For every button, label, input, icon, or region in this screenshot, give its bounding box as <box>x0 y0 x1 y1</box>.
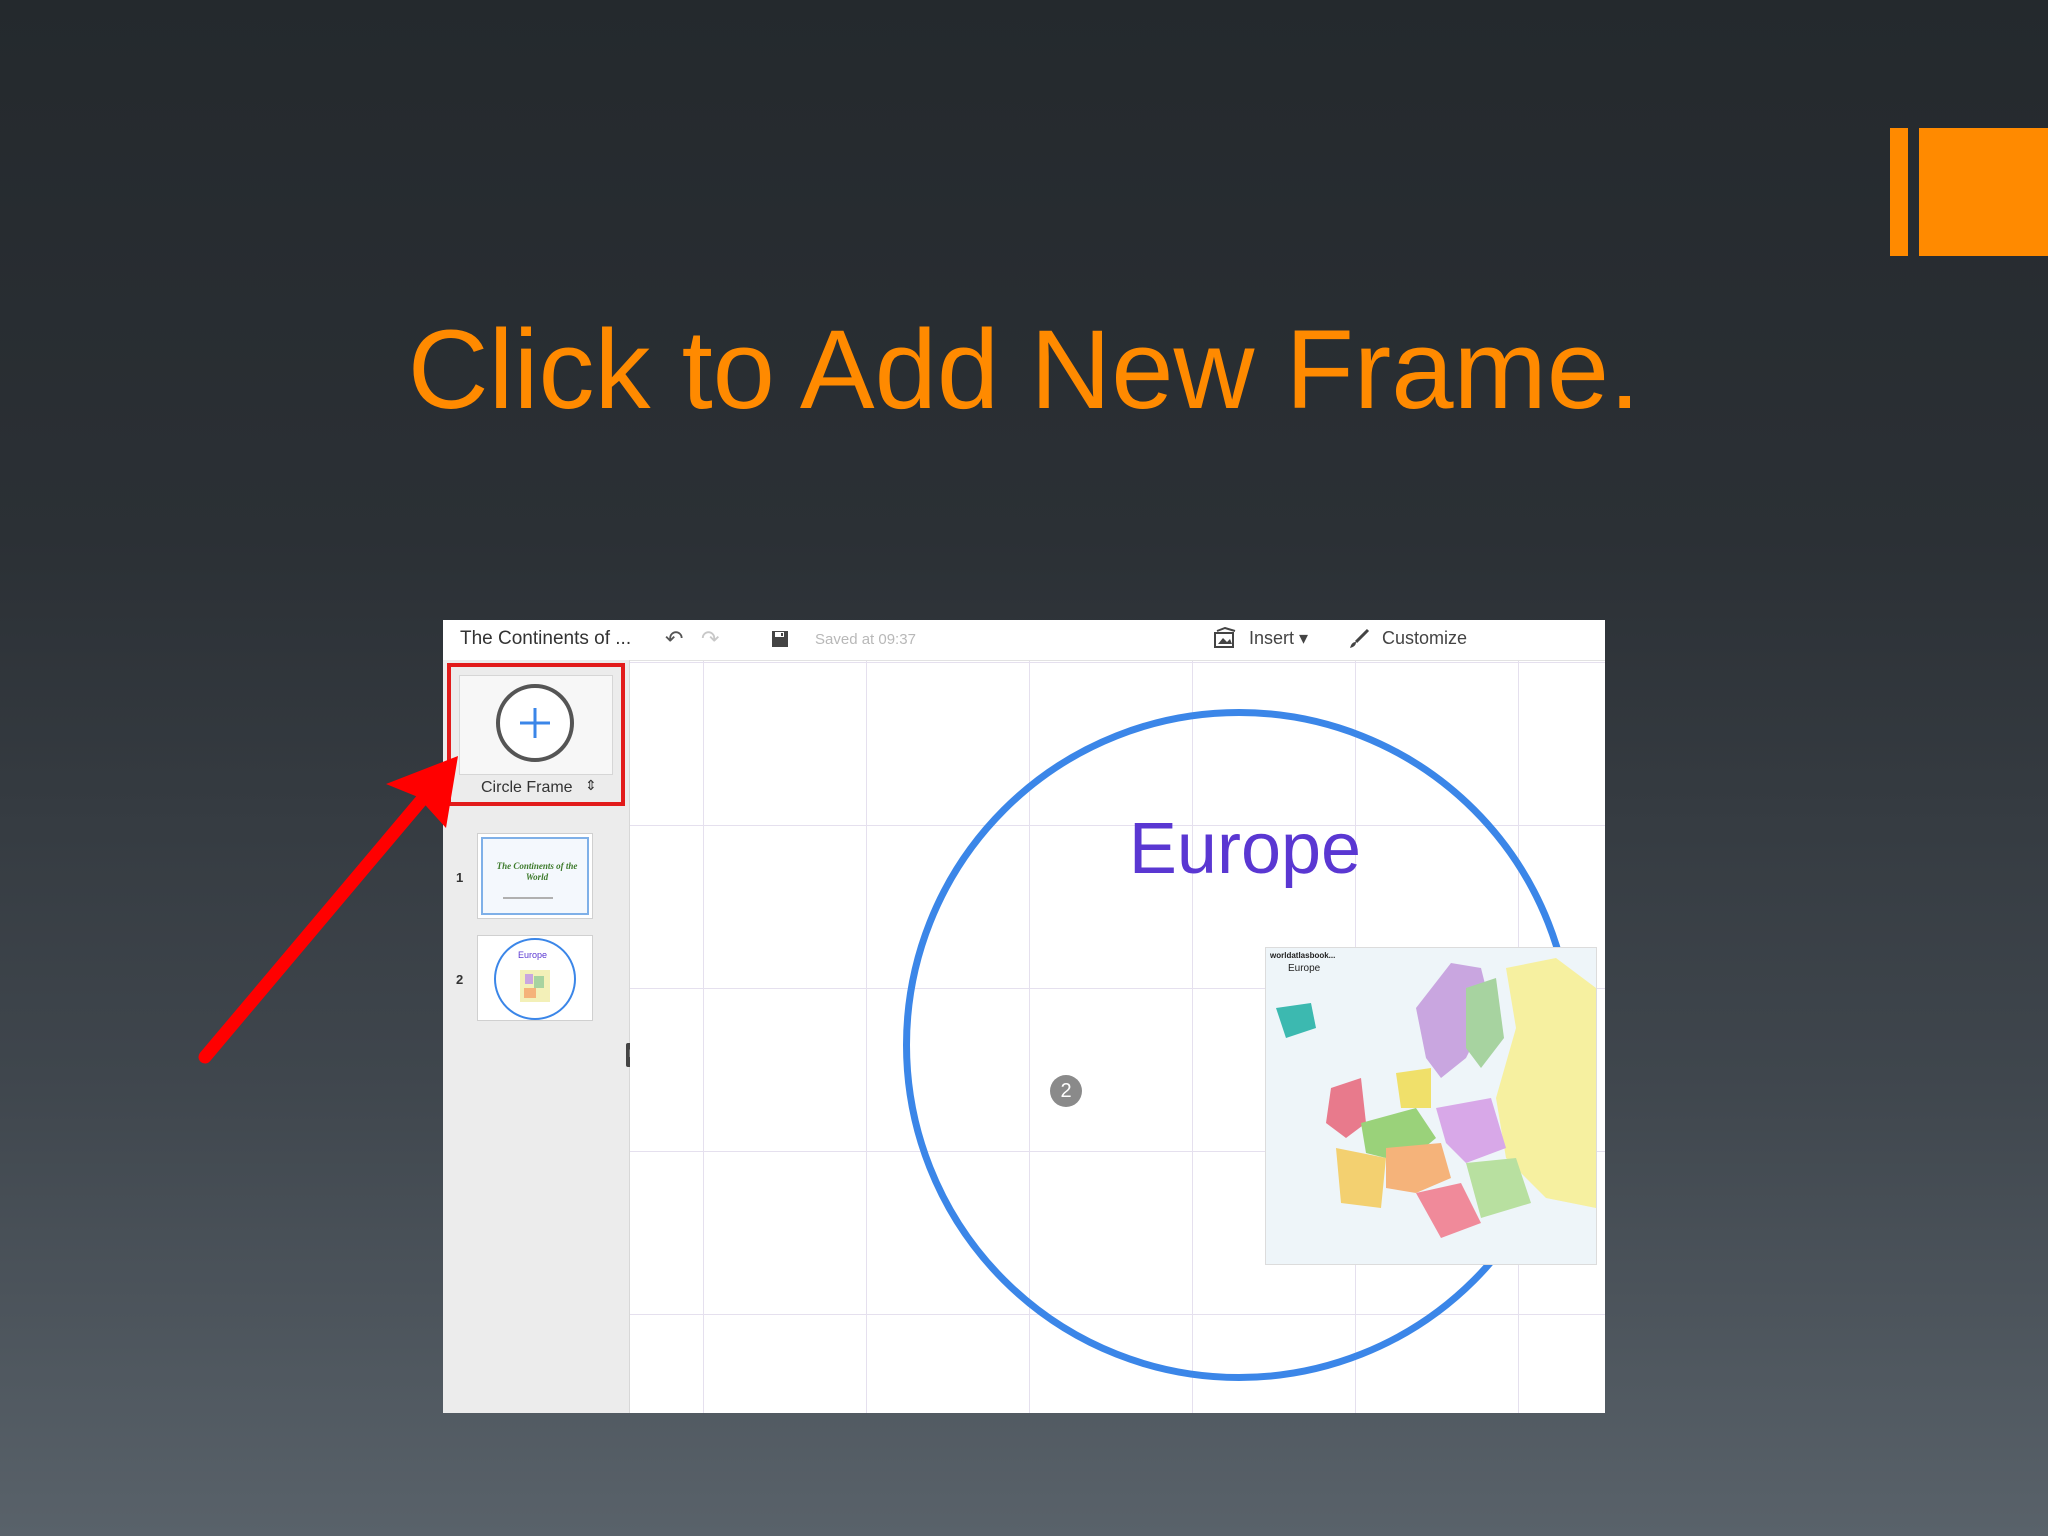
frame-title[interactable]: Europe <box>1045 808 1445 890</box>
frames-sidebar: Circle Frame ⇕ 1 The Continents of the W… <box>443 660 630 1413</box>
accent-bar-wide <box>1919 128 2048 256</box>
save-icon[interactable] <box>771 628 789 654</box>
map-label: Europe <box>1288 963 1321 974</box>
thumbnail-frame: The Continents of the World <box>481 837 589 915</box>
accent-bar-thin <box>1890 128 1908 256</box>
customize-brush-icon[interactable] <box>1348 628 1370 656</box>
europe-map-graphic <box>1266 948 1596 1264</box>
prezi-screenshot: The Continents of ... ↶ ↷ Saved at 09:37… <box>443 620 1605 1413</box>
europe-map-image[interactable]: worldatlasbook... Europe <box>1265 947 1597 1265</box>
redo-icon[interactable]: ↷ <box>701 626 719 652</box>
frame-thumbnail-2[interactable]: Europe <box>477 935 593 1021</box>
insert-label: Insert <box>1249 628 1295 648</box>
thumbnail-circle-frame <box>494 938 576 1020</box>
add-frame-plus-icon[interactable] <box>496 684 574 762</box>
thumbnail-number: 1 <box>456 870 464 885</box>
add-frame-button[interactable] <box>459 675 613 775</box>
thumbnail-title: The Continents of the World <box>496 861 578 882</box>
frame-thumbnail-1[interactable]: The Continents of the World <box>477 833 593 919</box>
undo-icon[interactable]: ↶ <box>665 626 683 652</box>
toolbar: The Continents of ... ↶ ↷ Saved at 09:37… <box>443 620 1605 661</box>
frame-type-label[interactable]: Circle Frame <box>481 779 573 797</box>
presentation-title[interactable]: The Continents of ... <box>460 628 631 650</box>
customize-button[interactable]: Customize <box>1382 628 1467 649</box>
add-frame-highlight-box: Circle Frame ⇕ <box>447 663 625 806</box>
thumbnail-subtitle-lines <box>503 896 553 902</box>
frame-type-updown-icon[interactable]: ⇕ <box>585 777 597 794</box>
canvas[interactable]: 2 Europe worldatlasbook... Europe <box>630 661 1605 1413</box>
insert-button[interactable]: Insert ▾ <box>1249 628 1308 649</box>
insert-icon[interactable] <box>1213 626 1237 655</box>
thumbnail-number: 2 <box>456 972 464 987</box>
slide-title: Click to Add New Frame. <box>407 307 1641 432</box>
map-site-logo: worldatlasbook... <box>1270 951 1336 960</box>
saved-status: Saved at 09:37 <box>815 631 916 648</box>
thumbnail-title: Europe <box>518 950 548 960</box>
